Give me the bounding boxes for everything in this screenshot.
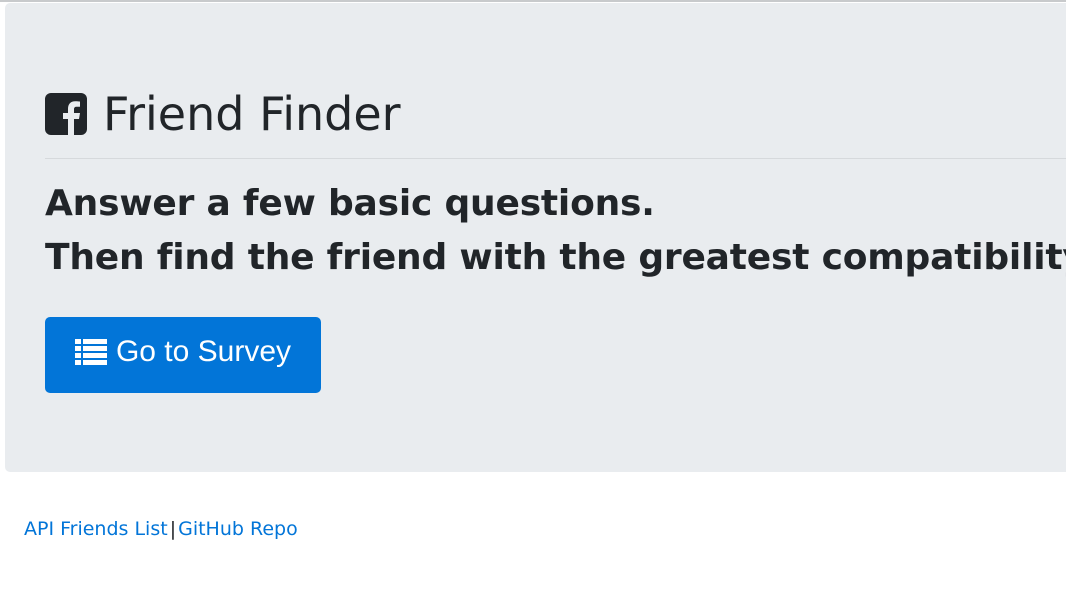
footer-separator: | — [169, 518, 177, 540]
facebook-square-icon — [45, 93, 87, 135]
top-border — [0, 0, 1066, 2]
list-icon — [74, 339, 107, 365]
go-to-survey-label: Go to Survey — [115, 335, 292, 368]
go-to-survey-button[interactable]: Go to Survey — [45, 317, 321, 393]
footer-links: API Friends List | GitHub Repo — [24, 516, 298, 542]
lead-text-line-2: Then find the friend with the greatest c… — [45, 237, 1066, 278]
title-divider — [45, 158, 1066, 159]
api-friends-list-link[interactable]: API Friends List — [24, 518, 168, 540]
page-title: Friend Finder — [103, 87, 401, 141]
github-repo-link[interactable]: GitHub Repo — [178, 518, 298, 540]
lead-text-line-1: Answer a few basic questions. — [45, 183, 655, 224]
page-title-row: Friend Finder — [45, 86, 401, 142]
